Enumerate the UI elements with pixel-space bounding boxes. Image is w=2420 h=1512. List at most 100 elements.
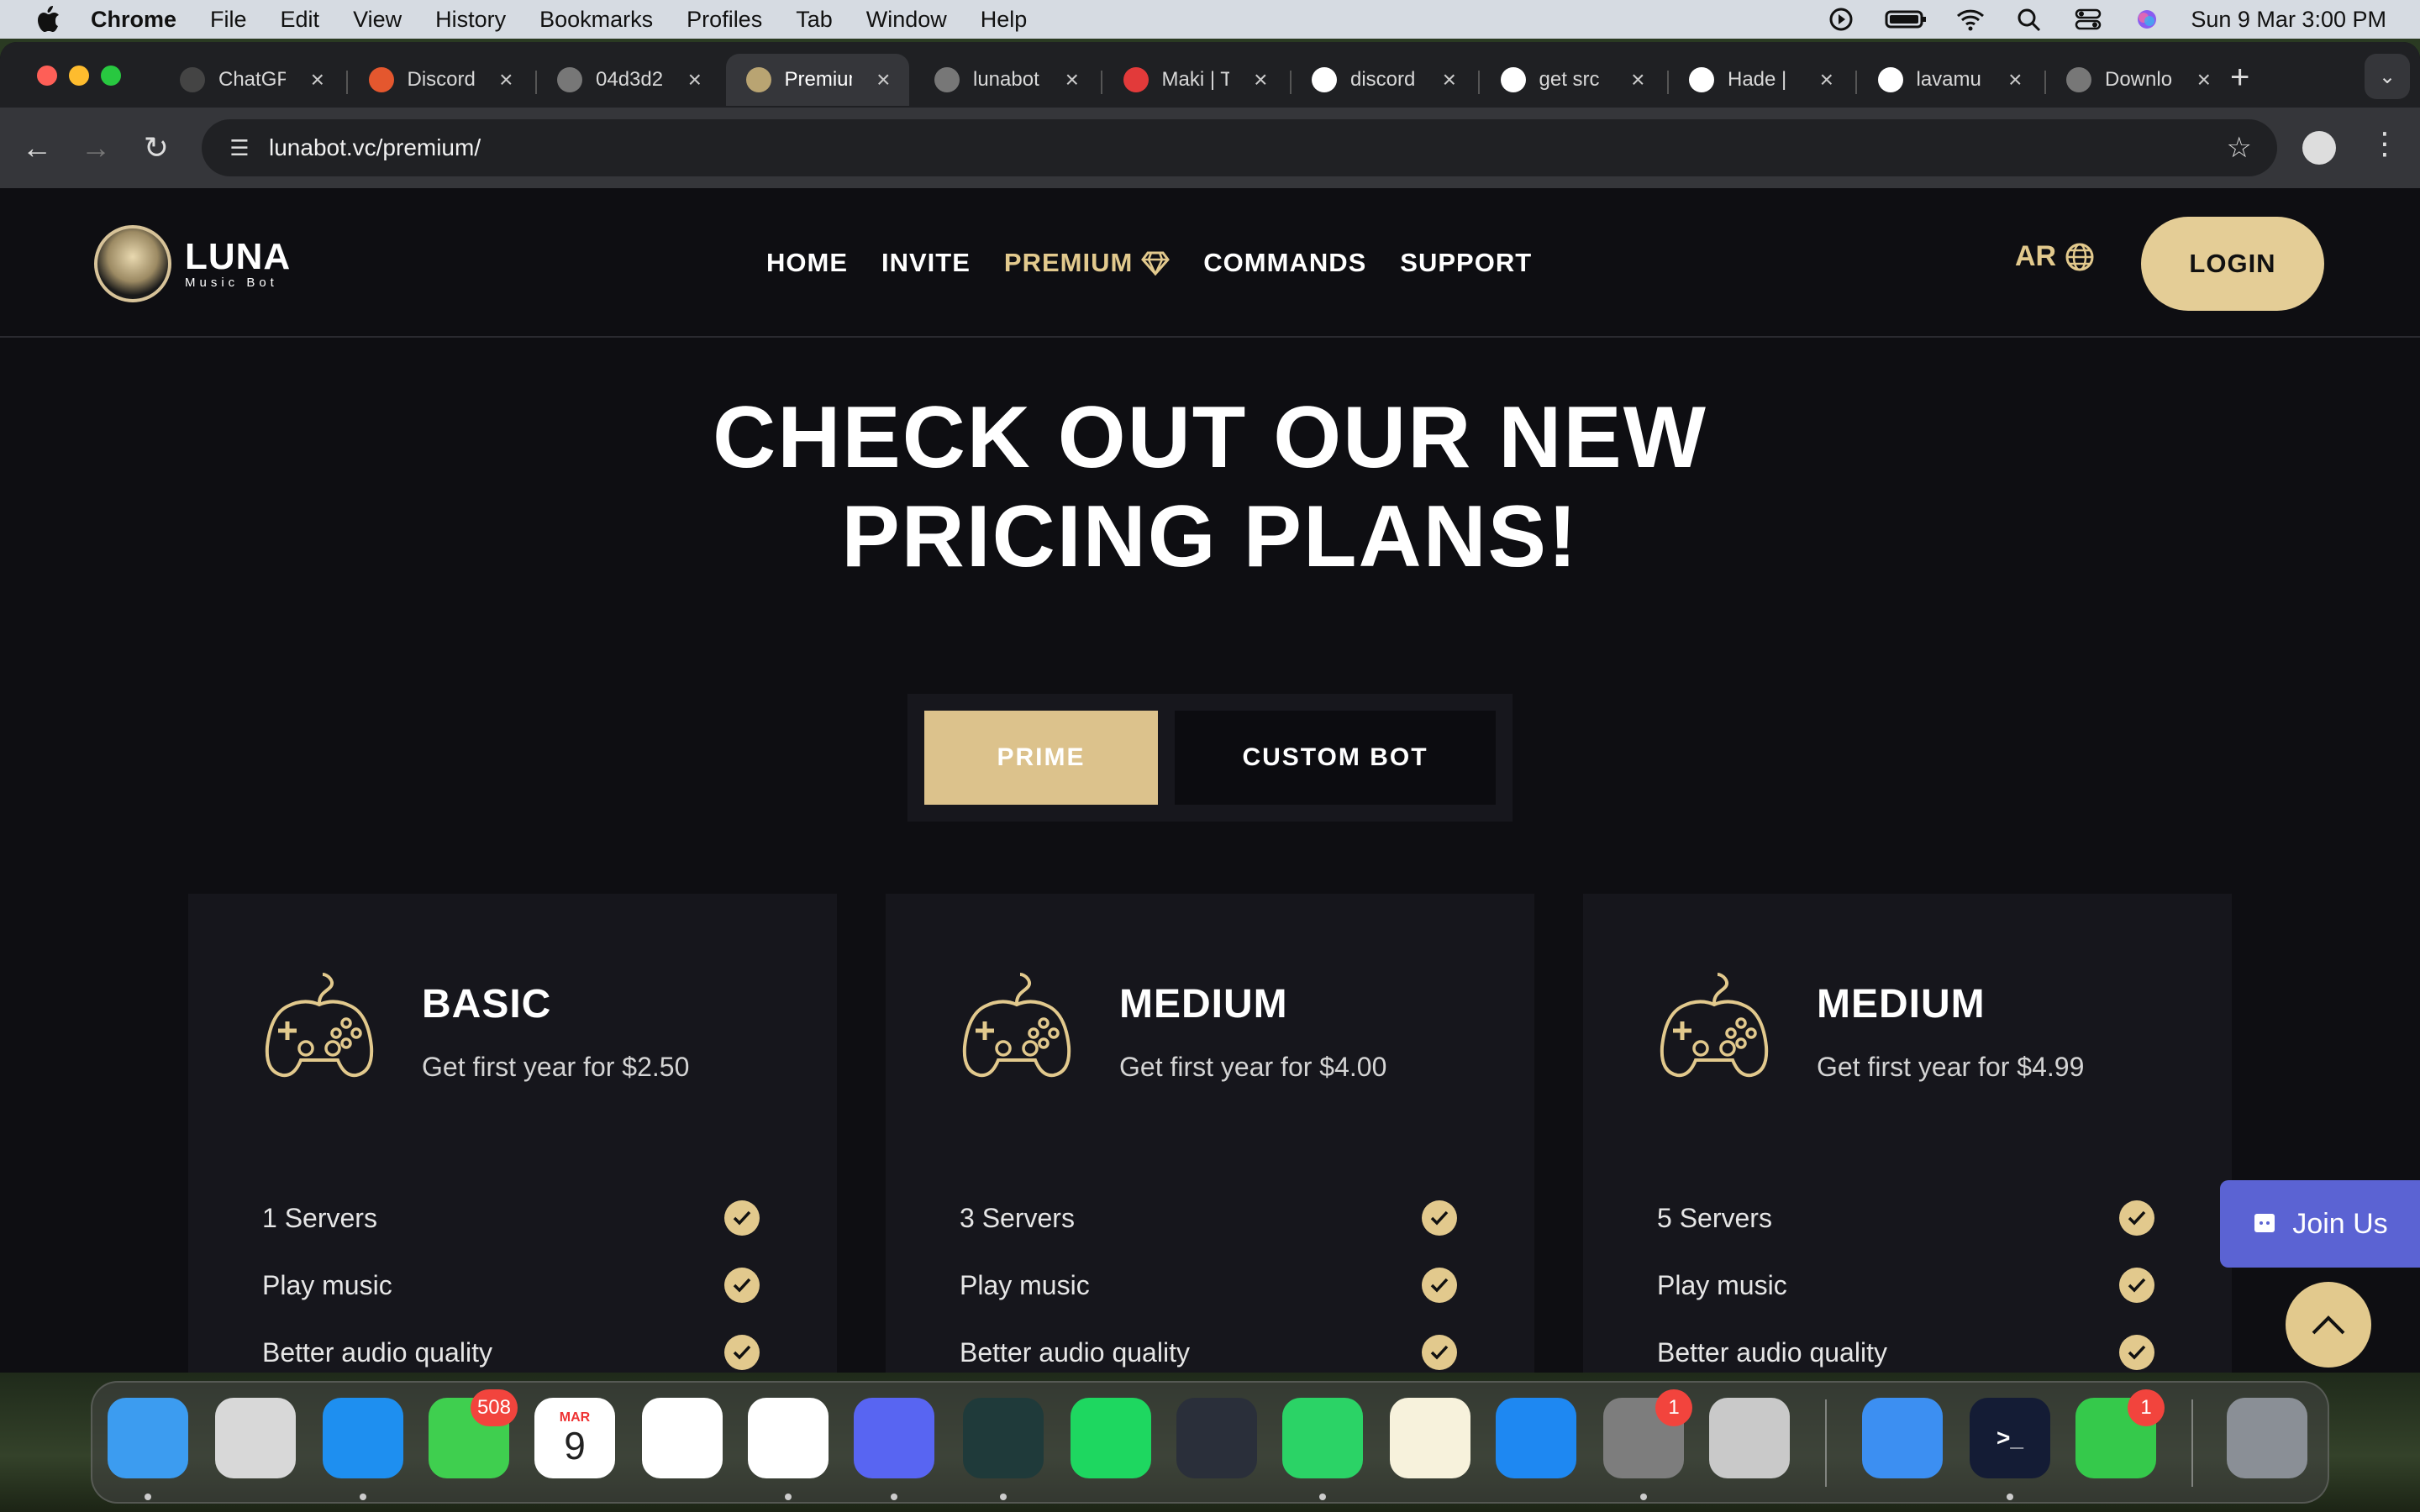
url-text[interactable]: lunabot.vc/premium/ (269, 134, 481, 161)
browser-tab[interactable]: get src × (1481, 54, 1664, 106)
language-switcher[interactable]: AR (2015, 240, 2095, 273)
close-tab-icon[interactable]: × (311, 66, 324, 93)
active-app-name[interactable]: Chrome (91, 7, 176, 33)
minimize-window-button[interactable] (69, 66, 89, 86)
facetime-icon[interactable]: 1 (2075, 1389, 2165, 1478)
wifi-icon[interactable] (1955, 7, 1986, 32)
browser-tab[interactable]: Maki | T × (1103, 54, 1286, 106)
battery-icon[interactable] (1885, 7, 1927, 32)
filmora-icon[interactable] (963, 1398, 1044, 1478)
chrome-window: ChatGPT×Discord×04d3d2×Premium×lunabot×M… (0, 42, 2420, 1373)
appstore-icon[interactable] (1496, 1398, 1576, 1478)
browser-tab[interactable]: Hade | × (1669, 54, 1852, 106)
tab-search-icon[interactable]: ⌄ (2365, 54, 2410, 99)
browser-tab[interactable]: lavamu × (1858, 54, 2041, 106)
chrome-menu-icon[interactable]: ⋮ (2370, 126, 2400, 161)
whatsapp-icon[interactable] (1282, 1398, 1363, 1478)
custom-bot-tab-button[interactable]: CUSTOM BOT (1175, 711, 1496, 805)
page-heading: CHECK OUT OUR NEW PRICING PLANS! (0, 388, 2420, 586)
close-tab-icon[interactable]: × (688, 66, 702, 93)
address-bar[interactable]: ☰ lunabot.vc/premium/ ☆ (202, 119, 2277, 176)
browser-tab-title: Downlo (2105, 68, 2172, 91)
iphone-icon[interactable] (1709, 1398, 1790, 1478)
plan-feature-label: 1 Servers (262, 1202, 377, 1233)
chrome-icon[interactable] (748, 1398, 829, 1478)
profile-avatar-icon[interactable] (2302, 131, 2336, 165)
plan-feature-row: 5 Servers (1657, 1197, 2154, 1239)
close-tab-icon[interactable]: × (876, 66, 890, 93)
scroll-to-top-button[interactable] (2286, 1282, 2371, 1368)
messages-icon[interactable]: 508 (429, 1389, 518, 1478)
checkmark-icon (1422, 1335, 1457, 1370)
close-tab-icon[interactable]: × (499, 66, 513, 93)
plan-feature-row: Play music (960, 1264, 1457, 1306)
close-tab-icon[interactable]: × (1631, 66, 1644, 93)
luna-logo[interactable]: LUNA Music Bot (94, 225, 291, 302)
back-icon[interactable]: ← (15, 126, 59, 170)
close-tab-icon[interactable]: × (1065, 66, 1079, 93)
running-indicator (785, 1494, 792, 1500)
settings-icon[interactable]: 1 (1603, 1389, 1692, 1478)
menu-bookmarks[interactable]: Bookmarks (539, 7, 653, 33)
close-tab-icon[interactable]: × (1254, 66, 1267, 93)
menu-window[interactable]: Window (866, 7, 947, 33)
close-tab-icon[interactable]: × (2197, 66, 2211, 93)
spotify-icon[interactable] (1071, 1398, 1151, 1478)
siri-icon[interactable] (2132, 7, 2162, 32)
site-header: LUNA Music Bot HOME INVITE PREMIUM COMMA… (0, 188, 2420, 338)
davinci-icon[interactable] (1176, 1398, 1257, 1478)
browser-tab-title: lavamu (1916, 68, 1981, 91)
nav-home[interactable]: HOME (766, 248, 848, 278)
browser-tab[interactable]: Premium × (725, 54, 909, 106)
bookmark-star-icon[interactable]: ☆ (2227, 131, 2252, 165)
launchpad-icon[interactable] (215, 1398, 296, 1478)
control-center-icon[interactable] (2073, 7, 2103, 32)
logo-title: LUNA (185, 235, 292, 277)
calendar-icon[interactable]: MAR 9 (534, 1398, 615, 1478)
prime-tab-button[interactable]: PRIME (924, 711, 1158, 805)
discord-icon[interactable] (854, 1398, 934, 1478)
finder-icon[interactable] (108, 1398, 188, 1478)
mail-icon[interactable] (1862, 1398, 1943, 1478)
trash-icon[interactable] (2227, 1398, 2307, 1478)
screen-recording-icon[interactable] (1826, 7, 1856, 32)
gamepad-icon (960, 969, 1074, 1082)
menu-view[interactable]: View (353, 7, 402, 33)
browser-tab[interactable]: 04d3d2 × (537, 54, 720, 106)
safari-icon[interactable] (323, 1398, 403, 1478)
nav-commands[interactable]: COMMANDS (1203, 248, 1366, 278)
nav-premium[interactable]: PREMIUM (1004, 248, 1171, 278)
nav-invite[interactable]: INVITE (881, 248, 971, 278)
browser-tab[interactable]: lunabot × (914, 54, 1097, 106)
new-tab-button[interactable]: + (2230, 59, 2249, 97)
browser-tab[interactable]: Discord × (349, 54, 532, 106)
close-tab-icon[interactable]: × (1443, 66, 1456, 93)
close-window-button[interactable] (37, 66, 57, 86)
vscode-icon[interactable] (642, 1398, 723, 1478)
close-tab-icon[interactable]: × (1820, 66, 1833, 93)
browser-tab-title: 04d3d2 (596, 68, 663, 91)
menu-history[interactable]: History (435, 7, 506, 33)
reload-icon[interactable]: ↻ (134, 126, 178, 170)
login-button[interactable]: LOGIN (2141, 217, 2324, 311)
browser-tab[interactable]: Downlo × (2046, 54, 2229, 106)
site-info-icon[interactable]: ☰ (210, 135, 269, 161)
menu-edit[interactable]: Edit (281, 7, 320, 33)
nav-support[interactable]: SUPPORT (1400, 248, 1532, 278)
zoom-window-button[interactable] (101, 66, 121, 86)
menu-tab[interactable]: Tab (796, 7, 833, 33)
spotlight-search-icon[interactable] (2014, 7, 2044, 32)
menu-help[interactable]: Help (981, 7, 1028, 33)
browser-tab[interactable]: discord × (1292, 54, 1475, 106)
close-tab-icon[interactable]: × (2008, 66, 2022, 93)
checkmark-icon (1422, 1200, 1457, 1236)
menubar-clock[interactable]: Sun 9 Mar 3:00 PM (2191, 7, 2386, 33)
menu-profiles[interactable]: Profiles (687, 7, 762, 33)
join-us-button[interactable]: Join Us (2220, 1180, 2420, 1268)
terminal-cloud-icon[interactable]: >_ (1970, 1398, 2050, 1478)
menu-file[interactable]: File (210, 7, 247, 33)
notes-icon[interactable] (1390, 1398, 1470, 1478)
forward-icon[interactable]: → (74, 126, 118, 170)
apple-icon[interactable] (34, 5, 60, 34)
browser-tab[interactable]: ChatGPT × (160, 54, 343, 106)
